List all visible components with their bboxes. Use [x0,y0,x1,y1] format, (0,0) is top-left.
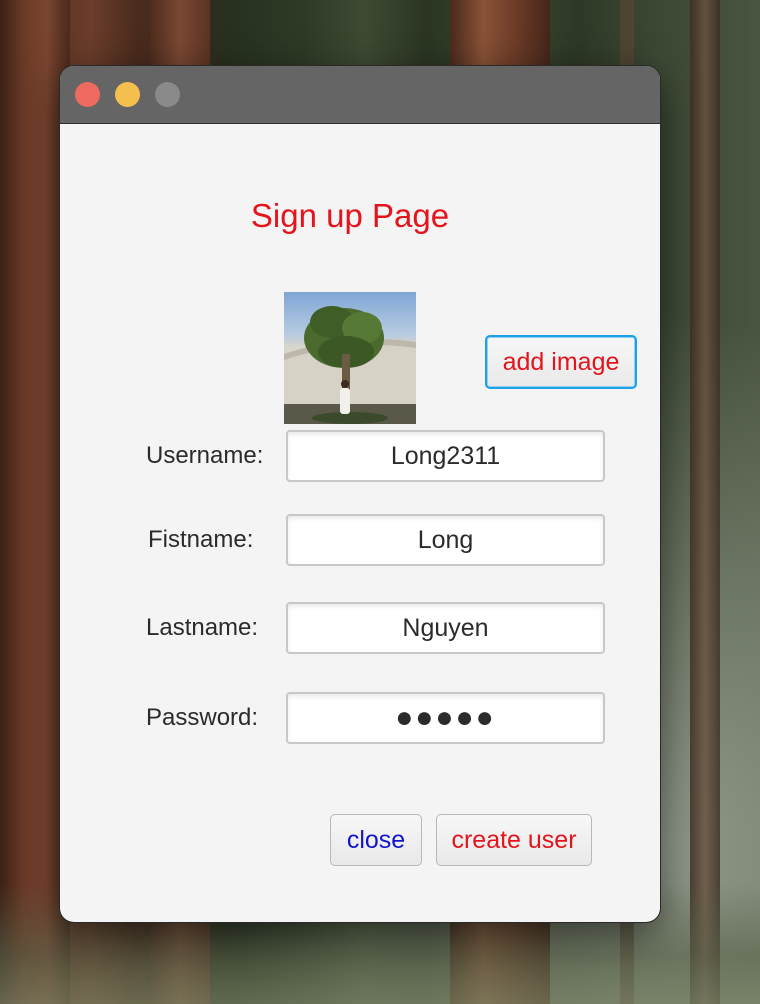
firstname-label: Fistname: [148,526,254,553]
window-titlebar[interactable] [60,66,660,124]
tree-trunk [690,0,720,1004]
add-image-button[interactable]: add image [485,335,637,389]
password-input[interactable] [286,692,605,744]
maximize-window-button[interactable] [155,82,180,107]
minimize-window-button[interactable] [115,82,140,107]
username-input[interactable] [286,430,605,482]
page-title: Sign up Page [250,197,450,234]
profile-image-photo [284,306,416,424]
profile-image [284,292,416,424]
close-window-button[interactable] [75,82,100,107]
signup-window: Sign up Page add image Username: Fistnam… [60,66,660,922]
create-user-button[interactable]: create user [436,814,592,866]
lastname-input[interactable] [286,602,605,654]
close-button[interactable]: close [330,814,422,866]
password-label: Password: [146,704,259,731]
username-label: Username: [146,442,264,469]
lastname-label: Lastname: [146,614,259,641]
firstname-input[interactable] [286,514,605,566]
